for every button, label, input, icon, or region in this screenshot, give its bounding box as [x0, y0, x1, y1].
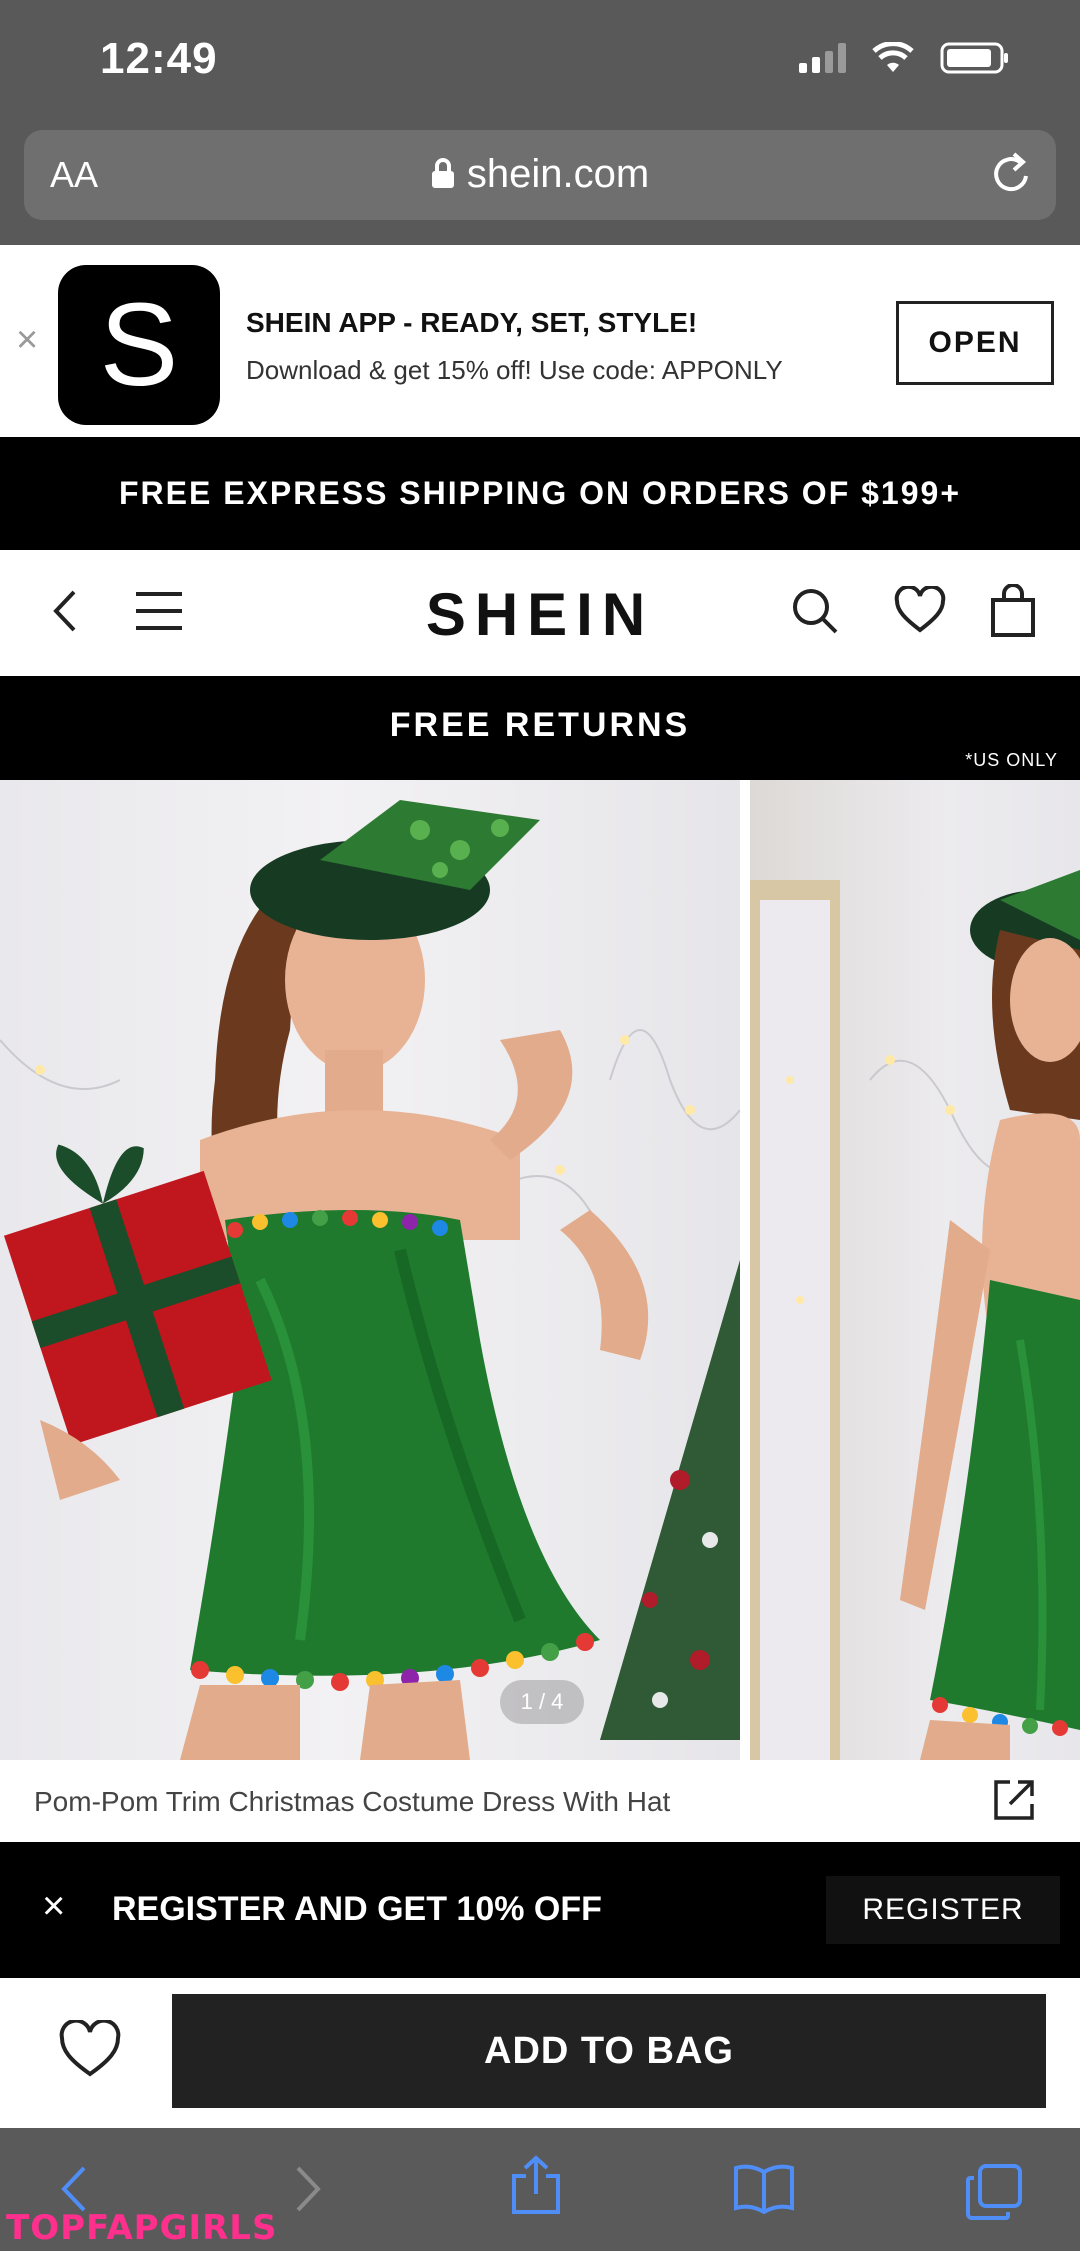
add-to-bag-button[interactable]: ADD TO BAG	[172, 1994, 1046, 2108]
save-to-wishlist-heart-icon[interactable]	[58, 2018, 122, 2083]
url-text: shein.com	[466, 152, 650, 196]
returns-text: FREE RETURNS	[389, 706, 691, 744]
bookmarks-icon[interactable]	[732, 2162, 796, 2219]
app-download-banner: × S SHEIN APP - READY, SET, STYLE! Downl…	[0, 245, 1080, 437]
product-photo-front[interactable]: 1 / 4	[0, 780, 740, 1760]
tabs-icon[interactable]	[964, 2162, 1024, 2227]
returns-note: *US ONLY	[965, 750, 1058, 770]
banner-close-button[interactable]: ×	[16, 319, 38, 362]
add-to-bag-row: ADD TO BAG	[0, 1978, 1080, 2128]
battery-icon	[940, 42, 1010, 74]
share-icon[interactable]	[508, 2154, 564, 2221]
status-icons	[799, 42, 1010, 74]
register-close-button[interactable]: ×	[42, 1884, 65, 1929]
register-promo-text: REGISTER AND GET 10% OFF	[112, 1890, 602, 1928]
watermark-text: TOPFAPGIRLS	[6, 2208, 278, 2248]
site-header: SHEIN	[0, 550, 1080, 676]
open-app-button[interactable]: OPEN	[896, 301, 1054, 385]
product-title: Pom-Pom Trim Christmas Costume Dress Wit…	[34, 1786, 671, 1817]
banner-subtitle: Download & get 15% off! Use code: APPONL…	[246, 355, 783, 385]
product-title-row: Pom-Pom Trim Christmas Costume Dress Wit…	[0, 1760, 1080, 1842]
url-display[interactable]: shein.com	[24, 152, 1056, 199]
browser-forward-icon[interactable]	[290, 2162, 326, 2221]
reload-icon[interactable]	[990, 150, 1034, 203]
register-promo-bar: × REGISTER AND GET 10% OFF REGISTER	[0, 1842, 1080, 1978]
product-image-gallery[interactable]: 1 / 4	[0, 780, 1080, 1760]
share-link-icon[interactable]	[990, 1776, 1038, 1829]
image-pager: 1 / 4	[500, 1680, 584, 1724]
product-photo-back[interactable]	[750, 780, 1080, 1760]
search-icon[interactable]	[790, 586, 840, 641]
free-returns-banner[interactable]: FREE RETURNS *US ONLY	[0, 676, 1080, 780]
shein-app-logo: S	[58, 265, 220, 425]
browser-chrome: 12:49 AA shein.com	[0, 0, 1080, 245]
wishlist-heart-icon[interactable]	[894, 584, 946, 639]
address-bar[interactable]: AA shein.com	[24, 130, 1056, 220]
wifi-icon	[872, 42, 914, 74]
banner-title: SHEIN APP - READY, SET, STYLE!	[246, 307, 698, 338]
shipping-promo-banner[interactable]: FREE EXPRESS SHIPPING ON ORDERS OF $199+	[0, 437, 1080, 550]
register-button[interactable]: REGISTER	[826, 1876, 1060, 1944]
shopping-bag-icon[interactable]	[990, 583, 1036, 643]
status-time: 12:49	[100, 34, 218, 83]
signal-icon	[799, 43, 846, 73]
lock-icon	[431, 154, 455, 199]
